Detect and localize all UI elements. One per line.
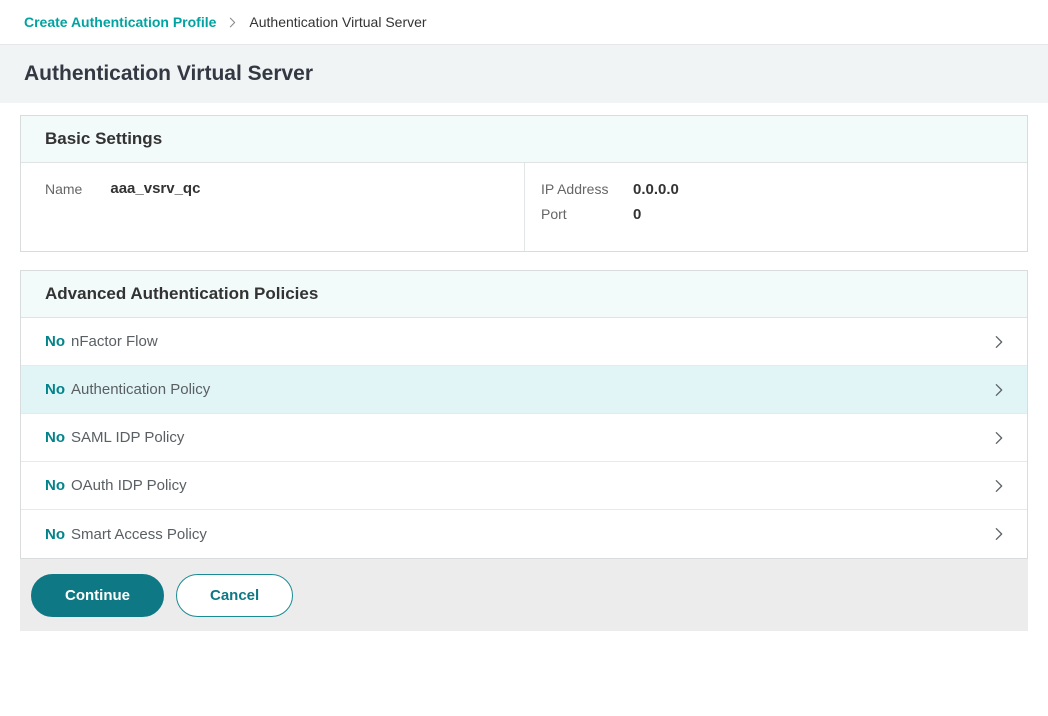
basic-settings-title: Basic Settings (45, 129, 1003, 149)
breadcrumb-current: Authentication Virtual Server (249, 14, 426, 30)
ip-address-row: IP Address 0.0.0.0 (541, 181, 1011, 198)
breadcrumb: Create Authentication Profile Authentica… (0, 0, 1048, 45)
action-bar: Continue Cancel (20, 559, 1028, 631)
policy-row-authentication-policy[interactable]: No Authentication Policy (21, 366, 1027, 414)
policy-label: Authentication Policy (71, 381, 210, 398)
policy-row-smart-access-policy[interactable]: No Smart Access Policy (21, 510, 1027, 558)
basic-settings-left-column: Name aaa_vsrv_qc (21, 163, 524, 251)
advanced-policies-header: Advanced Authentication Policies (21, 271, 1027, 318)
basic-settings-right-column: IP Address 0.0.0.0 Port 0 (524, 163, 1027, 251)
policy-row-nfactor-flow[interactable]: No nFactor Flow (21, 318, 1027, 366)
page-title: Authentication Virtual Server (24, 62, 313, 86)
ip-address-label: IP Address (541, 181, 633, 198)
policy-count: No (45, 381, 65, 398)
policy-count: No (45, 429, 65, 446)
advanced-policies-title: Advanced Authentication Policies (45, 284, 1003, 304)
basic-settings-card: Basic Settings Name aaa_vsrv_qc IP Addre… (20, 115, 1028, 252)
page-title-band: Authentication Virtual Server (0, 45, 1048, 103)
basic-settings-content: Name aaa_vsrv_qc IP Address 0.0.0.0 Port… (21, 163, 1027, 251)
port-label: Port (541, 206, 633, 223)
policy-count: No (45, 477, 65, 494)
continue-button[interactable]: Continue (31, 574, 164, 617)
chevron-right-icon (991, 526, 1007, 542)
policy-label: OAuth IDP Policy (71, 477, 187, 494)
chevron-right-icon (991, 478, 1007, 494)
chevron-right-icon (991, 430, 1007, 446)
chevron-right-icon (226, 16, 239, 29)
chevron-right-icon (991, 334, 1007, 350)
policy-count: No (45, 526, 65, 543)
policy-row-saml-idp-policy[interactable]: No SAML IDP Policy (21, 414, 1027, 462)
policy-label: nFactor Flow (71, 333, 158, 350)
basic-settings-header: Basic Settings (21, 116, 1027, 163)
policy-count: No (45, 333, 65, 350)
policy-label: Smart Access Policy (71, 526, 207, 543)
chevron-right-icon (991, 382, 1007, 398)
policy-label: SAML IDP Policy (71, 429, 184, 446)
breadcrumb-link-create-authentication-profile[interactable]: Create Authentication Profile (24, 14, 216, 30)
cancel-button[interactable]: Cancel (176, 574, 293, 617)
name-label: Name (45, 181, 82, 197)
policy-row-oauth-idp-policy[interactable]: No OAuth IDP Policy (21, 462, 1027, 510)
port-value: 0 (633, 206, 641, 223)
ip-address-value: 0.0.0.0 (633, 181, 679, 198)
name-value: aaa_vsrv_qc (110, 180, 200, 197)
advanced-policies-card: Advanced Authentication Policies No nFac… (20, 270, 1028, 559)
port-row: Port 0 (541, 206, 1011, 223)
